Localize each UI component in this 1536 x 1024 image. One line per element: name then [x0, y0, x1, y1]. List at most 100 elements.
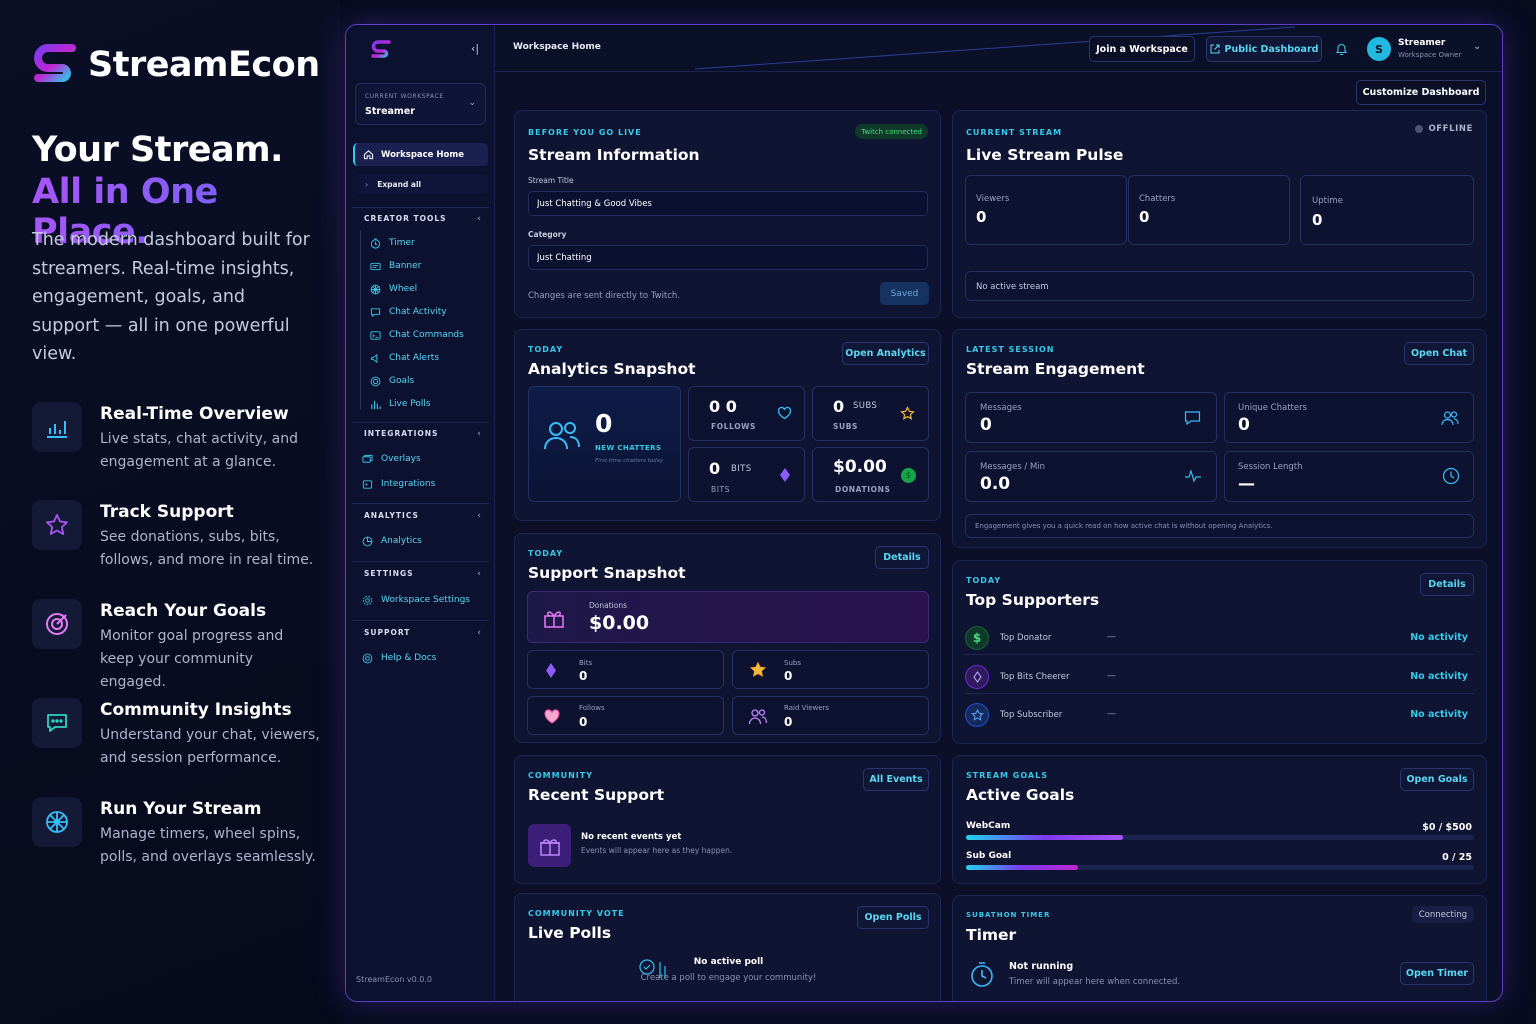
active-goals-card: STREAM GOALS Active Goals Open Goals Web…	[952, 755, 1487, 884]
table-row: Top Bits Cheerer — No activity	[965, 662, 1474, 694]
avatar[interactable]: S	[1367, 37, 1391, 61]
sidebar-item-live-polls[interactable]: Live Polls	[370, 396, 431, 412]
supporters-details-button[interactable]: Details	[1420, 573, 1474, 596]
new-chatters-stat: 0 NEW CHATTERS First-time chatters today	[528, 386, 681, 502]
workspace-selector[interactable]: CURRENT WORKSPACE Streamer ⌄	[355, 83, 486, 125]
goal-progress: 0 / 25	[1442, 852, 1472, 863]
sidebar-item-wheel[interactable]: Wheel	[370, 281, 417, 297]
target-icon	[32, 599, 82, 649]
card-eyebrow: COMMUNITY	[528, 771, 594, 780]
donations-stat: $0.00 DONATIONS $	[812, 447, 929, 502]
banner-icon	[370, 262, 381, 270]
connection-status-badge: Connecting	[1411, 906, 1474, 923]
card-eyebrow: TODAY	[966, 576, 1002, 585]
customize-dashboard-button[interactable]: Customize Dashboard	[1356, 80, 1486, 105]
help-icon	[362, 653, 373, 663]
megaphone-icon	[370, 353, 378, 363]
feature-desc: Manage timers, wheel spins, polls, and o…	[100, 826, 316, 865]
terminal-icon	[370, 330, 381, 340]
card-title: Stream Engagement	[966, 360, 1145, 378]
sidebar-item-goals[interactable]: Goals	[370, 373, 414, 389]
brand-logo: StreamEcon	[32, 42, 320, 88]
home-icon	[363, 150, 374, 160]
bell-icon[interactable]	[1335, 42, 1348, 56]
uptime-stat: Uptime 0	[1300, 175, 1474, 245]
donations-total: Donations $0.00	[527, 591, 929, 643]
sidebar-item-chat-alerts[interactable]: Chat Alerts	[370, 350, 439, 366]
category-input[interactable]	[528, 245, 928, 270]
open-goals-button[interactable]: Open Goals	[1400, 768, 1474, 791]
expand-all-button[interactable]: › Expand all	[353, 174, 488, 194]
collapse-sidebar-icon[interactable]: ‹|	[471, 42, 479, 55]
sidebar-item-chat-commands[interactable]: Chat Commands	[370, 327, 464, 343]
open-polls-button[interactable]: Open Polls	[857, 906, 929, 929]
sidebar-item-workspace-settings[interactable]: Workspace Settings	[362, 592, 470, 608]
support-details-button[interactable]: Details	[875, 546, 929, 569]
all-events-button[interactable]: All Events	[863, 768, 929, 791]
sidebar-item-help[interactable]: Help & Docs	[362, 650, 436, 666]
star-icon	[749, 661, 767, 677]
external-link-icon	[1210, 44, 1220, 54]
sidebar-item-chat-activity[interactable]: Chat Activity	[370, 304, 447, 320]
target-icon	[370, 376, 381, 386]
card-eyebrow: TODAY	[528, 549, 564, 558]
timer-icon	[370, 237, 381, 249]
card-title: Live Polls	[528, 924, 612, 942]
sidebar-item-integrations[interactable]: Integrations	[362, 476, 435, 492]
feature-desc: See donations, subs, bits, follows, and …	[100, 529, 314, 568]
open-analytics-button[interactable]: Open Analytics	[842, 342, 929, 365]
feature-community: Community Insights Understand your chat,…	[32, 698, 322, 778]
sidebar-item-timer[interactable]: Timer	[370, 235, 415, 251]
sidebar-item-overlays[interactable]: Overlays	[362, 451, 421, 467]
chevron-right-icon: ›	[365, 179, 369, 189]
hero-line-1: Your Stream.	[32, 130, 283, 170]
bits-stat: 0 BITS BITS	[688, 447, 805, 502]
sidebar-item-label: Workspace Home	[381, 149, 464, 160]
sidebar-item-home[interactable]: Workspace Home	[353, 143, 488, 166]
table-row: Top Subscriber — No activity	[965, 700, 1474, 732]
goal-progress-bar	[966, 835, 1474, 840]
raid-users-icon	[748, 709, 768, 725]
clock-icon	[1442, 467, 1460, 485]
subs-stat: Subs 0	[732, 650, 929, 689]
star-icon	[900, 406, 915, 420]
sidebar-item-analytics[interactable]: Analytics	[362, 533, 422, 549]
card-eyebrow: STREAM GOALS	[966, 771, 1048, 780]
section-settings[interactable]: SETTINGS ‹	[364, 569, 482, 579]
card-title: Timer	[966, 926, 1017, 944]
section-support[interactable]: SUPPORT ‹	[364, 628, 482, 638]
chevron-left-icon: ‹	[477, 628, 482, 638]
status-badge: OFFLINE	[1415, 124, 1473, 134]
feature-run: Run Your Stream Manage timers, wheel spi…	[32, 797, 322, 877]
join-workspace-button[interactable]: Join a Workspace	[1089, 36, 1195, 62]
section-creator-tools[interactable]: CREATOR TOOLS ‹	[364, 214, 482, 224]
bar-chart-icon	[32, 402, 82, 452]
open-timer-button[interactable]: Open Timer	[1400, 962, 1474, 985]
dollar-icon: $	[901, 468, 916, 483]
analytics-snapshot-card: TODAY Analytics Snapshot Open Analytics …	[514, 329, 941, 521]
empty-state-title: No active poll	[693, 957, 764, 967]
open-chat-button[interactable]: Open Chat	[1404, 342, 1474, 365]
stream-title-input[interactable]	[528, 191, 928, 216]
sidebar-item-banner[interactable]: Banner	[370, 258, 421, 274]
save-button[interactable]: Saved	[880, 282, 929, 305]
section-integrations[interactable]: INTEGRATIONS ‹	[364, 429, 482, 439]
top-supporters-card: TODAY Top Supporters Details $ Top Donat…	[952, 560, 1487, 744]
goal-progress: $0 / $500	[1422, 822, 1472, 833]
chevron-down-icon: ⌄	[468, 98, 476, 108]
section-analytics[interactable]: ANALYTICS ‹	[364, 511, 482, 521]
follows-stat: 0 0 FOLLOWS	[688, 386, 805, 441]
chevron-down-icon[interactable]: ⌄	[1473, 41, 1481, 52]
viewers-stat: Viewers 0	[965, 175, 1127, 245]
card-title: Top Supporters	[966, 591, 1100, 609]
heart-icon	[777, 406, 792, 420]
public-dashboard-button[interactable]: Public Dashboard	[1206, 36, 1322, 62]
session-length-stat: Session Length —	[1224, 451, 1474, 502]
analytics-icon	[362, 536, 373, 546]
empty-state-title: No recent events yet	[581, 832, 682, 842]
stream-title-label: Stream Title	[528, 176, 574, 185]
card-title: Active Goals	[966, 786, 1075, 804]
app-logo-icon	[371, 40, 391, 58]
chat-icon	[32, 698, 82, 748]
user-name[interactable]: Streamer	[1398, 38, 1445, 48]
